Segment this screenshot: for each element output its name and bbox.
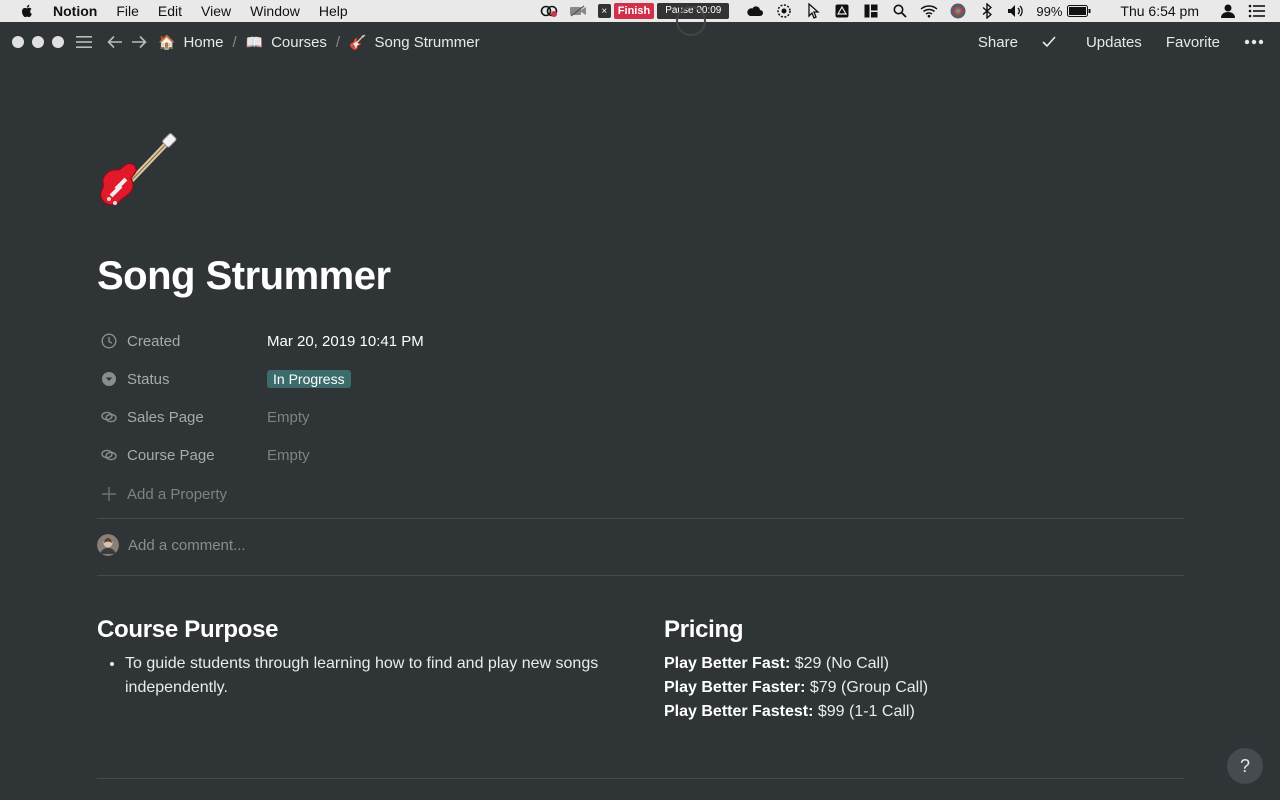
- battery-icon[interactable]: [1067, 3, 1091, 19]
- spiral-icon[interactable]: [775, 3, 793, 19]
- breadcrumb-home-label: Home: [183, 33, 224, 51]
- property-row-sales-page[interactable]: Sales Page Empty: [97, 402, 310, 432]
- pricing-tier-name: Play Better Fast:: [664, 655, 791, 672]
- cloud-icon[interactable]: [746, 3, 764, 19]
- bluetooth-icon[interactable]: [978, 3, 996, 19]
- back-arrow-icon[interactable]: [106, 33, 124, 51]
- link-icon: [98, 444, 120, 466]
- guitar-icon: 🎸: [349, 33, 367, 50]
- pricing-section: Pricing Play Better Fast: $29 (No Call) …: [664, 614, 1184, 724]
- menubar-tray: × Finish Pause 00:09 99% Thu 6:54 pm: [540, 0, 1280, 22]
- spotlight-search-icon[interactable]: [891, 3, 909, 19]
- recorder-close-button[interactable]: ×: [597, 4, 611, 18]
- breadcrumb-separator: /: [335, 33, 341, 51]
- add-property-button[interactable]: Add a Property: [97, 479, 227, 509]
- sidebar-toggle-icon[interactable]: [75, 33, 93, 51]
- share-button[interactable]: Share: [978, 34, 1018, 51]
- status-badge: In Progress: [267, 369, 351, 388]
- divider: [97, 518, 1184, 519]
- open-book-icon: 📖: [245, 33, 264, 50]
- wifi-icon[interactable]: [920, 3, 938, 19]
- topbar-actions: Share Updates Favorite: [954, 22, 1264, 62]
- page-title[interactable]: Song Strummer: [97, 254, 391, 299]
- list-item[interactable]: To guide students through learning how t…: [125, 652, 617, 700]
- window-close-button[interactable]: [12, 36, 24, 48]
- property-value-status[interactable]: In Progress: [267, 369, 351, 388]
- window-layout-icon[interactable]: [862, 3, 880, 19]
- menu-view[interactable]: View: [201, 0, 231, 22]
- pricing-list: Play Better Fast: $29 (No Call) Play Bet…: [664, 652, 1184, 724]
- divider: [97, 778, 1184, 779]
- property-label-course-page: Course Page: [127, 446, 215, 464]
- macos-menubar: Notion File Edit View Window Help × Fini…: [0, 0, 1280, 22]
- course-purpose-list: To guide students through learning how t…: [97, 652, 617, 700]
- menubar-clock[interactable]: Thu 6:54 pm: [1120, 3, 1199, 19]
- clock-icon: [98, 330, 120, 352]
- property-value-course-page[interactable]: Empty: [267, 447, 310, 464]
- avatar: [97, 534, 119, 556]
- menu-help[interactable]: Help: [319, 0, 348, 22]
- pricing-tier[interactable]: Play Better Faster: $79 (Group Call): [664, 676, 1184, 700]
- pricing-tier[interactable]: Play Better Fast: $29 (No Call): [664, 652, 1184, 676]
- property-row-created[interactable]: Created Mar 20, 2019 10:41 PM: [97, 326, 424, 356]
- breadcrumb-song-strummer-label: Song Strummer: [374, 33, 480, 51]
- pricing-tier-detail: $99 (1-1 Call): [817, 703, 915, 720]
- battery-percentage: 99%: [1036, 3, 1063, 19]
- notification-center-icon[interactable]: [1248, 3, 1266, 19]
- window-minimize-button[interactable]: [32, 36, 44, 48]
- cursor-tool-icon[interactable]: [804, 3, 822, 19]
- menu-file[interactable]: File: [116, 0, 139, 22]
- help-button[interactable]: ?: [1227, 748, 1263, 784]
- property-value-sales-page[interactable]: Empty: [267, 409, 310, 426]
- breadcrumb-song-strummer[interactable]: 🎸 Song Strummer: [349, 34, 479, 51]
- favorite-button[interactable]: Favorite: [1166, 34, 1220, 51]
- plus-icon: [98, 483, 120, 505]
- menu-app-name[interactable]: Notion: [53, 0, 97, 22]
- breadcrumb: 🏠 Home / 📖 Courses / 🎸 Song Strummer: [158, 34, 480, 51]
- updates-button[interactable]: Updates: [1042, 34, 1142, 51]
- volume-icon[interactable]: [1007, 3, 1025, 19]
- property-row-course-page[interactable]: Course Page Empty: [97, 440, 310, 470]
- breadcrumb-courses-label: Courses: [271, 33, 327, 51]
- pricing-tier-detail: $79 (Group Call): [809, 679, 929, 696]
- course-purpose-section: Course Purpose To guide students through…: [97, 614, 617, 700]
- camera-off-icon[interactable]: [569, 3, 587, 19]
- property-row-status[interactable]: Status In Progress: [97, 364, 351, 394]
- property-label-status: Status: [127, 370, 170, 388]
- property-label-created: Created: [127, 332, 181, 350]
- property-value-created[interactable]: Mar 20, 2019 10:41 PM: [267, 333, 424, 350]
- user-avatar-icon[interactable]: [949, 3, 967, 19]
- window-zoom-button[interactable]: [52, 36, 64, 48]
- more-options-icon[interactable]: [1244, 39, 1264, 45]
- link-icon: [98, 406, 120, 428]
- pricing-tier[interactable]: Play Better Fastest: $99 (1-1 Call): [664, 700, 1184, 724]
- pricing-heading[interactable]: Pricing: [664, 614, 1184, 646]
- user-account-icon[interactable]: [1219, 3, 1237, 19]
- pricing-tier-name: Play Better Faster:: [664, 679, 806, 696]
- updates-label: Updates: [1085, 33, 1142, 51]
- breadcrumb-courses[interactable]: 📖 Courses: [246, 34, 327, 51]
- menu-edit[interactable]: Edit: [158, 0, 182, 22]
- property-label-sales-page: Sales Page: [127, 408, 204, 426]
- recorder-finish-button[interactable]: Finish: [613, 3, 655, 19]
- course-purpose-heading[interactable]: Course Purpose: [97, 614, 617, 646]
- page-guitar-icon[interactable]: [97, 133, 177, 213]
- creative-cloud-icon[interactable]: [540, 3, 558, 19]
- select-icon: [98, 368, 120, 390]
- comment-placeholder: Add a comment...: [128, 536, 246, 554]
- menu-window[interactable]: Window: [250, 0, 300, 22]
- google-drive-icon[interactable]: [833, 3, 851, 19]
- forward-arrow-icon[interactable]: [130, 33, 148, 51]
- checkmark-icon: [1042, 36, 1056, 48]
- comment-input[interactable]: Add a comment...: [97, 533, 246, 557]
- add-property-label: Add a Property: [127, 485, 228, 503]
- notion-topbar: 🏠 Home / 📖 Courses / 🎸 Song Strummer Sha…: [0, 22, 1280, 62]
- pricing-tier-name: Play Better Fastest:: [664, 703, 814, 720]
- divider: [97, 575, 1184, 576]
- house-icon: 🏠: [158, 33, 176, 50]
- breadcrumb-separator: /: [232, 33, 237, 51]
- pricing-tier-detail: $29 (No Call): [794, 655, 889, 672]
- breadcrumb-home[interactable]: 🏠 Home: [158, 34, 223, 51]
- apple-menu-icon[interactable]: [19, 3, 35, 19]
